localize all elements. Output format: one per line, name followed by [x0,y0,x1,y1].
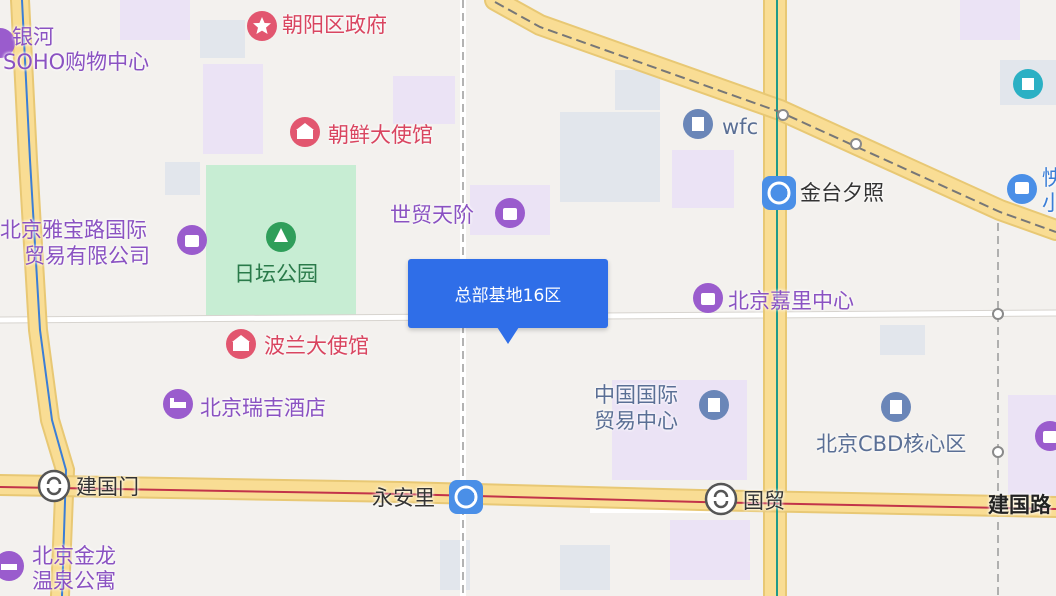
government-icon [247,11,277,41]
subway-station-icon [449,480,483,514]
office-building-icon [683,109,713,139]
right-edge-label2: 小 [1042,191,1056,215]
info-icon [1013,69,1043,99]
location-marker-card[interactable]: 总部基地16区 [408,259,608,328]
ruiji-hotel-label[interactable]: 北京瑞吉酒店 [200,396,326,420]
cwtc-label-line1[interactable]: 中国国际 [594,383,678,407]
yinhe-label-line1[interactable]: 银河 [12,25,54,49]
cwtc-label-line2[interactable]: 贸易中心 [594,409,678,433]
jinlong-label-line1[interactable]: 北京金龙 [32,544,116,568]
subway-station-icon [762,176,796,210]
yonganli-station-label[interactable]: 永安里 [372,486,435,510]
office-building-icon [881,392,911,422]
right-edge-label1: 怏 [1042,166,1056,190]
jintai-station-label[interactable]: 金台夕照 [800,181,884,205]
park-tree-icon [266,222,296,252]
shopping-bag-icon [177,225,207,255]
kerry-center-label[interactable]: 北京嘉里中心 [728,289,854,313]
bus-stop-icon [1007,174,1037,204]
embassy-icon [226,329,256,359]
embassy-icon [290,117,320,147]
korea-embassy-label[interactable]: 朝鲜大使馆 [328,123,433,147]
poland-embassy-label[interactable]: 波兰大使馆 [264,334,369,358]
shimao-label[interactable]: 世贸天阶 [390,203,474,227]
chaoyang-gov-label[interactable]: 朝阳区政府 [282,13,387,37]
shopping-bag-icon [693,283,723,313]
jinlong-label-line2[interactable]: 温泉公寓 [32,569,116,593]
jianguomen-station-label[interactable]: 建国门 [76,475,139,499]
guomao-station-label[interactable]: 国贸 [743,489,785,513]
yabao-label-line2[interactable]: 贸易有限公司 [24,244,150,268]
wfc-label[interactable]: wfc [722,115,758,139]
interchange-icon [704,482,738,516]
yinhe-label-line2[interactable]: SOHO购物中心 [3,50,149,74]
jianguo-road-label: 建国路 [988,493,1051,517]
yabao-label-line1[interactable]: 北京雅宝路国际 [0,218,147,242]
cbd-label[interactable]: 北京CBD核心区 [816,432,966,456]
shopping-bag-icon [495,198,525,228]
hotel-icon [163,389,193,419]
hotel-icon [0,551,24,581]
location-marker-label: 总部基地16区 [454,286,562,306]
location-marker-pointer [497,327,519,344]
ritan-park-label[interactable]: 日坛公园 [234,262,318,286]
interchange-icon [37,469,71,503]
office-building-icon [699,390,729,420]
